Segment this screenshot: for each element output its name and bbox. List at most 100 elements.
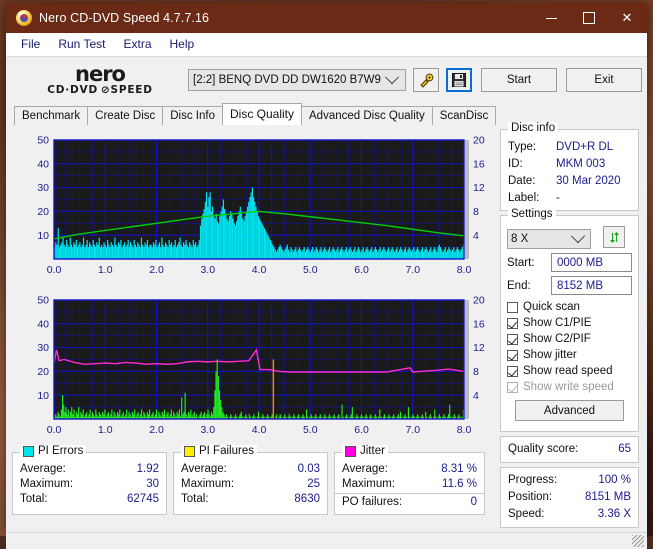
settings-title: Settings — [508, 208, 556, 220]
menu-bar: File Run Test Extra Help — [6, 33, 647, 56]
svg-text:7.0: 7.0 — [405, 264, 420, 276]
stat-row: Maximum: 30 — [13, 477, 166, 492]
advanced-button[interactable]: Advanced — [515, 400, 624, 421]
disc-info-row: Label: - — [501, 190, 638, 207]
svg-text:20: 20 — [37, 206, 49, 218]
toolbar: nero CD·DVD ⊘SPEED [2:2] BENQ DVD DD DW1… — [6, 56, 647, 103]
pi-failures-stats-title: PI Failures — [181, 445, 257, 457]
exit-button[interactable]: Exit — [566, 68, 642, 92]
menu-item-extra[interactable]: Extra — [114, 35, 160, 53]
svg-text:10: 10 — [37, 230, 49, 242]
save-button[interactable] — [446, 68, 472, 92]
jitter-stats-label: Jitter — [360, 445, 385, 457]
end-input[interactable]: 8152 MB — [551, 276, 632, 295]
svg-text:8: 8 — [473, 206, 479, 218]
disc-info-key: Date: — [508, 175, 536, 187]
disc-info-value: DVD+R DL — [556, 141, 614, 153]
svg-text:0.0: 0.0 — [47, 424, 62, 436]
checkbox-show-c2-pif[interactable]: Show C2/PIF — [501, 331, 638, 347]
svg-text:3.0: 3.0 — [200, 424, 215, 436]
chevron-down-icon — [384, 70, 400, 85]
pi-errors-chart: 10 20 30 40 50 4 8 12 16 20 0.0 1.0 2.0 3.0 4.0 5.0 6.0 7… — [12, 129, 496, 289]
statistics-row: PI Errors Average: 1.92 Maximum: 30 Tota… — [12, 445, 498, 515]
svg-text:8.0: 8.0 — [457, 264, 472, 276]
speed-select[interactable]: 8 X — [507, 229, 591, 249]
maximize-button[interactable] — [570, 3, 607, 33]
svg-text:5.0: 5.0 — [303, 424, 318, 436]
stat-row: PO failures: 0 — [335, 493, 484, 510]
speed-select-value: 8 X — [511, 233, 529, 245]
window-controls: ✕ — [533, 3, 647, 33]
start-input[interactable]: 0000 MB — [551, 253, 632, 272]
stat-row: Maximum: 11.6 % — [335, 477, 484, 492]
tab-disc-info[interactable]: Disc Info — [162, 106, 223, 125]
disc-info-value: 30 Mar 2020 — [556, 175, 621, 187]
tab-create-disc[interactable]: Create Disc — [87, 106, 164, 125]
resize-grip[interactable] — [632, 535, 644, 547]
disc-quality-panel: 10 20 30 40 50 4 8 12 16 20 0.0 1.0 2.0 3.0 4.0 5.0 6.0 7… — [6, 122, 647, 532]
checkbox-label: Show C2/PIF — [523, 333, 591, 345]
svg-text:4.0: 4.0 — [252, 264, 267, 276]
svg-text:40: 40 — [37, 318, 49, 330]
drive-select[interactable]: [2:2] BENQ DVD DD DW1620 B7W9 — [188, 69, 406, 91]
tab-disc-quality[interactable]: Disc Quality — [222, 103, 303, 125]
position-row: Position: 8151 MB — [501, 489, 638, 506]
progress-key: Progress: — [508, 474, 558, 486]
svg-text:4: 4 — [473, 230, 479, 242]
svg-text:2.0: 2.0 — [149, 264, 164, 276]
checkbox-show-c1-pie[interactable]: Show C1/PIE — [501, 315, 638, 331]
refresh-button[interactable] — [603, 226, 626, 248]
checkbox-quick-scan[interactable]: Quick scan — [501, 299, 638, 315]
svg-text:40: 40 — [37, 158, 49, 170]
title-bar: Nero CD-DVD Speed 4.7.7.16 ✕ — [6, 3, 647, 33]
close-button[interactable]: ✕ — [607, 3, 647, 33]
checkbox-show-jitter[interactable]: Show jitter — [501, 347, 638, 363]
stat-value: 11.6 % — [442, 478, 477, 490]
svg-text:8: 8 — [473, 366, 479, 378]
tab-scandisc[interactable]: ScanDisc — [431, 106, 497, 125]
progress-value: 100 % — [598, 474, 631, 486]
svg-text:30: 30 — [37, 342, 49, 354]
disc-tool-button[interactable] — [413, 68, 439, 92]
svg-text:12: 12 — [473, 182, 485, 194]
pi-errors-stats: PI Errors Average: 1.92 Maximum: 30 Tota… — [12, 445, 167, 515]
pi-errors-stats-title: PI Errors — [20, 445, 87, 457]
disc-info-value: - — [556, 192, 560, 204]
checkbox-show-read-speed[interactable]: Show read speed — [501, 363, 638, 379]
disc-info-title: Disc info — [508, 122, 559, 134]
menu-item-file[interactable]: File — [12, 35, 49, 53]
checkbox-label: Show read speed — [523, 365, 613, 377]
svg-text:7.0: 7.0 — [405, 424, 420, 436]
quality-score-box: Quality score: 65 — [500, 436, 639, 463]
tab-advanced-disc-quality[interactable]: Advanced Disc Quality — [301, 106, 433, 125]
menu-item-run-test[interactable]: Run Test — [49, 35, 114, 53]
svg-text:12: 12 — [473, 342, 485, 354]
svg-text:0.0: 0.0 — [47, 264, 62, 276]
svg-text:20: 20 — [37, 366, 49, 378]
stat-value: 62745 — [127, 493, 159, 505]
pi-failures-stats-label: PI Failures — [199, 445, 254, 457]
pi-failures-color-swatch — [184, 445, 195, 457]
menu-item-help[interactable]: Help — [161, 35, 204, 53]
svg-text:2.0: 2.0 — [149, 424, 164, 436]
checkbox-icon — [507, 365, 518, 377]
svg-text:4: 4 — [473, 390, 479, 402]
disc-info-row: Date: 30 Mar 2020 — [501, 173, 638, 190]
pi-failures-stats: PI Failures Average: 0.03 Maximum: 25 To… — [173, 445, 328, 515]
stat-key: Total: — [181, 493, 209, 505]
minimize-button[interactable] — [533, 3, 570, 33]
tab-benchmark[interactable]: Benchmark — [14, 106, 89, 125]
svg-text:20: 20 — [473, 135, 485, 147]
svg-text:30: 30 — [37, 182, 49, 194]
svg-text:5.0: 5.0 — [303, 264, 318, 276]
stat-value: 0.03 — [297, 463, 320, 475]
logo-wordmark: nero — [75, 62, 126, 86]
drive-select-value: [2:2] BENQ DVD DD DW1620 B7W9 — [193, 74, 381, 86]
disc-info-value: MKM 003 — [556, 158, 606, 170]
svg-text:50: 50 — [37, 295, 49, 307]
side-panel: Disc info Type: DVD+R DL ID: MKM 003 Dat… — [498, 122, 647, 532]
start-button[interactable]: Start — [481, 68, 557, 92]
refresh-arrows-icon — [609, 231, 619, 243]
checkbox-label: Quick scan — [523, 301, 580, 313]
svg-text:3.0: 3.0 — [200, 264, 215, 276]
